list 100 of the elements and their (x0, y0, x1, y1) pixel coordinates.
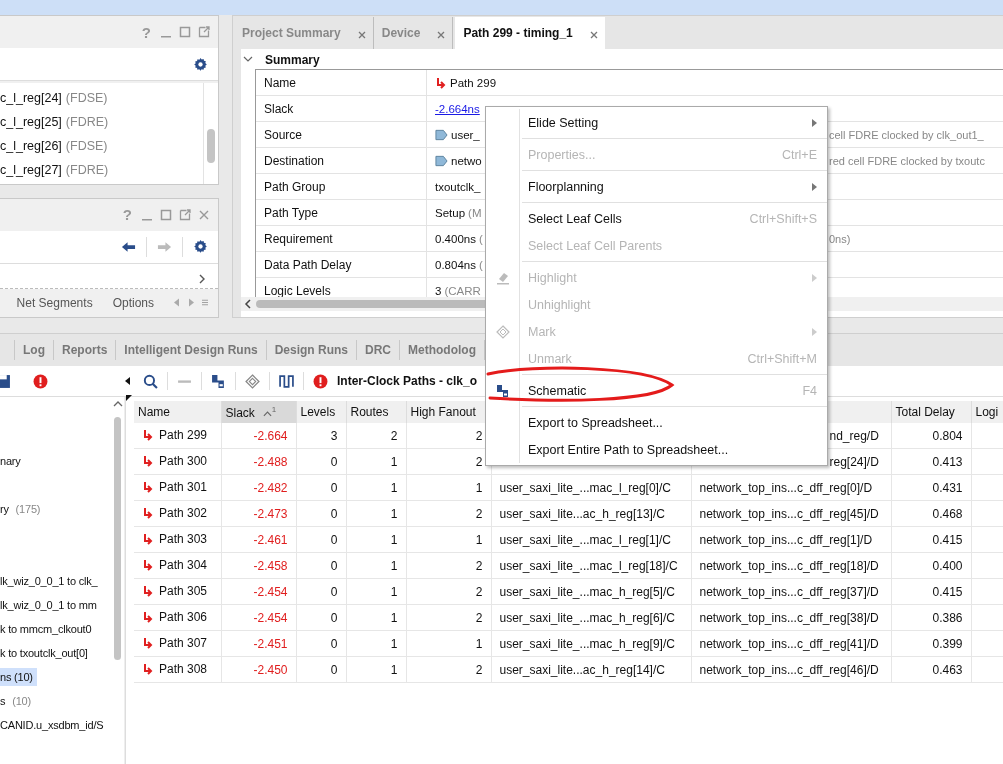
table-cell: 0.468 (891, 500, 971, 527)
table-cell: -2.454 (221, 578, 296, 605)
table-cell: -2.488 (221, 448, 296, 475)
table-cell: user_saxi_lite_...mac_l_reg[18]/C (491, 552, 691, 579)
property-note: ( (478, 258, 483, 271)
table-cell: 1 (406, 474, 491, 501)
table-cell: -2.664 (221, 423, 296, 449)
property-value: 3 (435, 284, 442, 297)
table-cell: Path 303 (134, 526, 221, 553)
table-cell: 0.415 (891, 578, 971, 605)
property-label: Path Type (264, 205, 318, 220)
property-value: user_ (451, 128, 480, 141)
table-cell: Path 305 (134, 578, 221, 605)
table-cell: 0.431 (891, 474, 971, 501)
table-cell: network_top_ins...c_dff_reg[18]/D (691, 552, 891, 579)
cell-type: (FDSE) (65, 91, 108, 105)
table-cell: 0 (296, 526, 346, 553)
table-cell: 2 (406, 552, 491, 579)
table-cell: -2.450 (221, 656, 296, 683)
cell-type: (FDRE) (65, 115, 109, 129)
table-cell: 0 (296, 578, 346, 605)
table-cell: 1 (346, 656, 406, 683)
table-cell: 0.413 (891, 448, 971, 475)
property-value: 0.804ns (435, 258, 476, 271)
table-cell: network_top_ins...c_dff_reg[38]/D (691, 604, 891, 631)
property-label: Data Path Delay (264, 257, 352, 272)
table-cell: 2 (406, 604, 491, 631)
cell-type: (FDSE) (65, 139, 108, 153)
table-cell: 0.415 (891, 526, 971, 553)
table-cell: network_top_ins...c_dff_reg[46]/D (691, 656, 891, 683)
table-cell: Path 299 (134, 423, 221, 449)
table-cell: 2 (406, 578, 491, 605)
item-count: (10) (11, 695, 31, 707)
property-detail: red cell FDRE clocked by txoutc (829, 154, 985, 167)
property-label: Requirement (264, 231, 333, 246)
table-cell: network_top_ins...c_dff_reg[41]/D (691, 630, 891, 657)
table-cell: network_top_ins...c_dff_reg[45]/D (691, 500, 891, 527)
table-cell: Path 300 (134, 448, 221, 475)
table-cell: 0 (296, 604, 346, 631)
property-value: Setup (435, 206, 466, 219)
property-label: Logic Levels (264, 283, 331, 298)
table-cell: 1 (346, 526, 406, 553)
table-cell: Path 301 (134, 474, 221, 501)
table-cell: 2 (406, 656, 491, 683)
table-cell: 0 (296, 630, 346, 657)
table-cell: -2.454 (221, 604, 296, 631)
table-cell: Path 302 (134, 500, 221, 527)
section-title: Summary (265, 53, 320, 67)
property-label: Path Group (264, 179, 326, 194)
table-cell: 2 (346, 423, 406, 449)
table-cell: 1 (346, 474, 406, 501)
table-cell: Path 307 (134, 630, 221, 657)
table-cell: Path 304 (134, 552, 221, 579)
table-cell: Path 308 (134, 656, 221, 683)
table-cell: 0 (296, 656, 346, 683)
table-cell: 0 (296, 552, 346, 579)
table-cell: 1 (406, 630, 491, 657)
table-cell: user_saxi_lite_...mac_h_reg[9]/C (491, 630, 691, 657)
table-cell: -2.451 (221, 630, 296, 657)
property-label: Name (264, 75, 296, 90)
table-cell: 1 (346, 630, 406, 657)
table-cell: 1 (406, 526, 491, 553)
table-cell: user_saxi_lite_...mac_l_reg[0]/C (491, 474, 691, 501)
table-cell: -2.461 (221, 526, 296, 553)
report-title: Inter-Clock Paths - clk_o (337, 374, 478, 388)
table-cell: 3 (296, 423, 346, 449)
property-detail: cell FDRE clocked by clk_out1_ (829, 128, 984, 141)
property-value: txoutclk_ (435, 180, 481, 193)
cell-type: (FDRE) (65, 163, 109, 177)
table-cell: user_saxi_lite_...mac_l_reg[1]/C (491, 526, 691, 553)
property-label: Source (264, 127, 303, 142)
item-count: (175) (14, 503, 41, 515)
table-cell: 2 (406, 500, 491, 527)
table-cell: 1 (346, 448, 406, 475)
table-cell: 0.386 (891, 604, 971, 631)
table-cell: user_saxi_lite_...mac_h_reg[5]/C (491, 578, 691, 605)
table-cell: network_top_ins...c_dff_reg[37]/D (691, 578, 891, 605)
table-cell: 1 (346, 578, 406, 605)
table-cell: -2.473 (221, 500, 296, 527)
table-cell: -2.458 (221, 552, 296, 579)
table-cell: 1 (346, 552, 406, 579)
table-cell: 1 (346, 604, 406, 631)
table-cell: 0 (296, 474, 346, 501)
property-value: netwo (451, 154, 482, 167)
property-detail: 0ns) (829, 232, 851, 245)
table-cell: 0.399 (891, 630, 971, 657)
property-label: Destination (264, 153, 325, 168)
table-cell: 0 (296, 500, 346, 527)
table-cell: user_saxi_lite...ac_h_reg[13]/C (491, 500, 691, 527)
table-cell: 0.804 (891, 423, 971, 449)
property-note: (CARR (444, 284, 481, 297)
table-cell: 1 (346, 500, 406, 527)
property-note: (M (468, 206, 482, 219)
table-cell: network_top_ins...c_dff_reg[1]/D (691, 526, 891, 553)
table-cell: user_saxi_lite_...mac_h_reg[6]/C (491, 604, 691, 631)
table-cell: 0.463 (891, 656, 971, 683)
property-note: ( (478, 232, 483, 245)
table-cell: Path 306 (134, 604, 221, 631)
table-cell: -2.482 (221, 474, 296, 501)
property-label: Slack (264, 101, 294, 116)
